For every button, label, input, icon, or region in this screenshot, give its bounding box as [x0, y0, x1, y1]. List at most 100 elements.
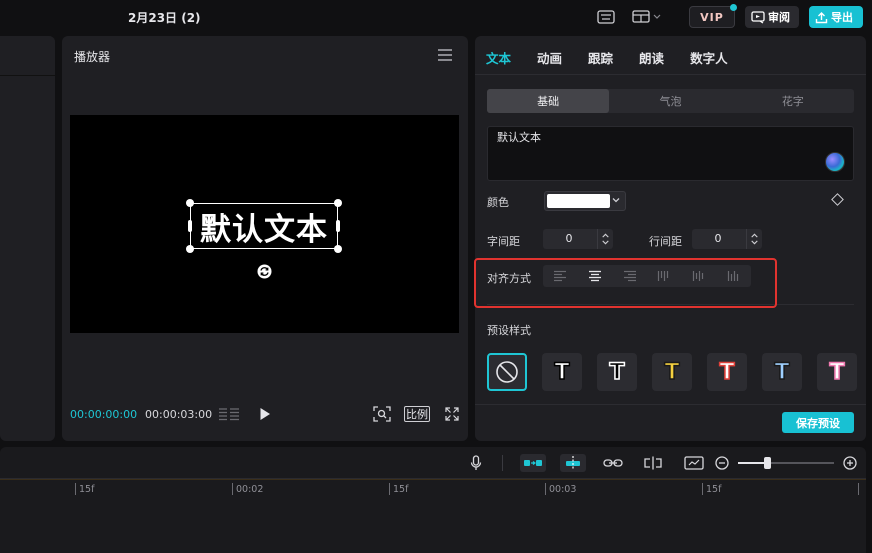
- preset-style-5[interactable]: T: [762, 353, 802, 391]
- project-title: 2月23日 (2): [128, 11, 201, 25]
- save-preset-button[interactable]: 保存预设: [782, 412, 854, 433]
- color-picker[interactable]: [544, 191, 626, 211]
- preset-glyph: T: [554, 359, 571, 386]
- zoom-in-icon[interactable]: [843, 454, 857, 472]
- fullscreen-icon[interactable]: [445, 405, 459, 423]
- timeline-panel: 15f 00:02 15f 00:03 15f: [0, 447, 866, 553]
- ai-assistant-icon[interactable]: [825, 152, 845, 172]
- ruler-tick: [232, 483, 233, 495]
- preset-styles-title: 预设样式: [487, 324, 531, 337]
- resize-handle-left[interactable]: [188, 220, 192, 232]
- tab-tracking[interactable]: 跟踪: [588, 48, 613, 67]
- vip-button[interactable]: VIP: [689, 4, 737, 28]
- timecode-format-icon[interactable]: [218, 405, 240, 423]
- canvas-text: 默认文本: [200, 211, 328, 248]
- preset-style-1[interactable]: T: [542, 353, 582, 391]
- rotate-icon[interactable]: [257, 264, 272, 279]
- play-icon[interactable]: [258, 405, 272, 423]
- property-tabs: 文本 动画 跟踪 朗读 数字人: [486, 48, 754, 67]
- tabs-divider: [475, 74, 866, 75]
- aspect-ratio-button[interactable]: 比例: [404, 406, 430, 422]
- stepper-arrows-icon[interactable]: [597, 229, 613, 249]
- ruler-tick: [75, 483, 76, 495]
- export-button[interactable]: 导出: [809, 6, 863, 28]
- vip-notification-dot: [730, 4, 737, 11]
- player-title: 播放器: [74, 50, 111, 64]
- panel-footer-divider: [475, 404, 866, 405]
- preview-canvas[interactable]: 默认文本: [70, 115, 459, 333]
- highlight-annotation: [474, 258, 777, 308]
- current-time: 00:00:00:00: [70, 408, 138, 421]
- media-panel: [0, 36, 55, 441]
- segment-fancy-text[interactable]: 花字: [732, 89, 854, 113]
- review-label: 审阅: [768, 11, 790, 24]
- preset-glyph: T: [774, 359, 791, 386]
- ruler-tick: [389, 483, 390, 495]
- text-selection-box[interactable]: 默认文本: [186, 199, 342, 253]
- total-time: 00:00:03:00: [145, 408, 213, 421]
- preset-style-3[interactable]: T: [652, 353, 692, 391]
- keyboard-shortcuts-icon[interactable]: [597, 9, 615, 25]
- ruler-tick: [545, 483, 546, 495]
- preset-style-4[interactable]: T: [707, 353, 747, 391]
- preset-glyph: T: [664, 359, 681, 386]
- zoom-slider-handle[interactable]: [764, 457, 771, 469]
- resize-handle-bottom-left[interactable]: [186, 245, 194, 253]
- preset-style-6[interactable]: T: [817, 353, 857, 391]
- ruler-label: 00:03: [549, 484, 577, 495]
- stepper-arrows-icon[interactable]: [746, 229, 762, 249]
- zoom-fit-icon[interactable]: [373, 405, 391, 423]
- segment-bubble[interactable]: 气泡: [609, 89, 731, 113]
- preset-glyph: T: [829, 359, 846, 386]
- ruler-tick: [702, 483, 703, 495]
- export-label: 导出: [831, 11, 853, 24]
- layout-switch-icon[interactable]: [632, 9, 662, 25]
- text-style-segments: 基础 气泡 花字: [487, 89, 854, 113]
- chevron-down-icon: [612, 198, 620, 203]
- tab-digital-human[interactable]: 数字人: [690, 48, 728, 67]
- ruler-label: 15f: [79, 484, 95, 495]
- keyframe-icon[interactable]: [831, 193, 844, 206]
- top-bar: 2月23日 (2) VIP 审阅 导出: [0, 0, 872, 34]
- color-swatch: [547, 194, 610, 208]
- auto-snap-icon[interactable]: [560, 454, 586, 472]
- no-style-icon[interactable]: [487, 353, 527, 391]
- timeline-ruler[interactable]: 15f 00:02 15f 00:03 15f: [0, 479, 866, 499]
- letter-spacing-label: 字间距: [487, 235, 520, 248]
- link-icon[interactable]: [603, 454, 623, 472]
- tab-animation[interactable]: 动画: [537, 48, 562, 67]
- preview-axis-icon[interactable]: [684, 454, 704, 472]
- segment-basic[interactable]: 基础: [487, 89, 610, 113]
- line-spacing-stepper[interactable]: 0: [692, 229, 762, 249]
- resize-handle-top-left[interactable]: [186, 199, 194, 207]
- properties-panel: 文本 动画 跟踪 朗读 数字人 基础 气泡 花字 默认文本 颜色 字间距 0 行…: [475, 36, 866, 441]
- letter-spacing-value: 0: [565, 232, 573, 245]
- toolbar-separator: [502, 455, 503, 471]
- player-panel: 播放器 默认文本 00:00:00:00 00:00:03:00 比例: [62, 36, 468, 441]
- main-track-magnet-icon[interactable]: [520, 454, 546, 472]
- review-icon: [751, 10, 765, 23]
- resize-handle-right[interactable]: [336, 220, 340, 232]
- tab-read-aloud[interactable]: 朗读: [639, 48, 664, 67]
- vip-label: VIP: [700, 10, 724, 24]
- review-button[interactable]: 审阅: [745, 6, 799, 28]
- ruler-label: 00:02: [236, 484, 264, 495]
- split-preview-icon[interactable]: [643, 454, 663, 472]
- preset-style-2[interactable]: T: [597, 353, 637, 391]
- text-content-input[interactable]: 默认文本: [487, 126, 854, 181]
- ruler-label: 15f: [706, 484, 722, 495]
- preset-styles-list: TTTTTT: [487, 353, 857, 391]
- microphone-icon[interactable]: [469, 454, 483, 472]
- resize-handle-top-right[interactable]: [334, 199, 342, 207]
- ruler-tick: [858, 483, 859, 495]
- text-content-value: 默认文本: [497, 131, 541, 144]
- menu-icon[interactable]: [438, 49, 452, 61]
- tab-text[interactable]: 文本: [486, 48, 511, 67]
- resize-handle-bottom-right[interactable]: [334, 245, 342, 253]
- zoom-out-icon[interactable]: [715, 454, 729, 472]
- preset-glyph: T: [719, 359, 736, 386]
- letter-spacing-stepper[interactable]: 0: [543, 229, 613, 249]
- preset-glyph: T: [609, 359, 626, 386]
- ruler-baseline: [0, 479, 866, 480]
- color-label: 颜色: [487, 196, 509, 209]
